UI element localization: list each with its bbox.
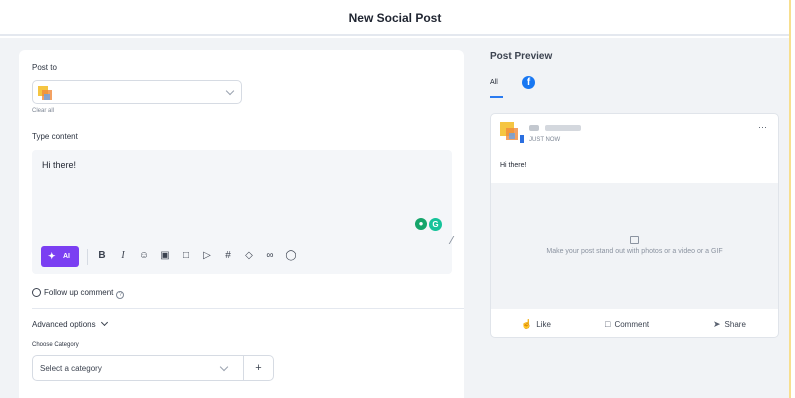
advanced-options-toggle[interactable]: Advanced options [32, 318, 108, 329]
preview-title: Post Preview [490, 51, 553, 62]
modal-header: New Social Post [0, 0, 790, 36]
category-select[interactable]: Select a category [32, 355, 244, 381]
comment-icon [32, 288, 41, 297]
advanced-options-label: Advanced options [32, 320, 96, 329]
resize-handle-icon[interactable] [441, 236, 455, 244]
tab-all[interactable]: All [490, 79, 498, 86]
page-badge [520, 135, 524, 143]
content-text[interactable]: Hi there! [42, 160, 76, 170]
post-to-label: Post to [32, 63, 57, 72]
add-category-button[interactable]: + [244, 355, 274, 381]
preview-post-text: Hi there! [500, 162, 527, 169]
follow-up-label: Follow up comment [44, 288, 114, 297]
page-name-redacted [545, 125, 581, 131]
lightbulb-icon[interactable]: ● [415, 218, 427, 230]
category-placeholder: Select a category [40, 364, 102, 373]
share-icon: ➤ [713, 319, 721, 329]
facebook-icon[interactable]: f [522, 76, 535, 89]
media-hint: Make your post stand out with photos or … [546, 248, 723, 255]
content-editor[interactable]: Hi there! ● G ✦ AI B I ☺ ▣ □ ▷ # ◇ ∞ ◯ [32, 150, 455, 274]
chevron-down-icon [219, 362, 229, 372]
page-name-redacted [529, 125, 539, 131]
image-icon[interactable]: ▣ [158, 249, 172, 263]
grammarly-icon[interactable]: G [429, 218, 442, 231]
tag-icon[interactable]: ◇ [242, 249, 256, 263]
italic-icon[interactable]: I [116, 249, 130, 263]
toolbar-divider [87, 249, 88, 265]
file-icon[interactable]: □ [179, 249, 193, 263]
chevron-down-icon [100, 318, 108, 327]
comment-action: □ Comment [605, 319, 649, 329]
comment-label: Comment [614, 320, 650, 329]
section-divider [32, 308, 464, 309]
right-edge-border [789, 0, 795, 398]
share-action: ➤ Share [713, 319, 746, 330]
account-avatar[interactable] [38, 86, 52, 100]
follow-up-comment-toggle[interactable]: Follow up comment? [32, 288, 125, 299]
active-tab-indicator [490, 96, 503, 98]
choose-category-label: Choose Category [32, 342, 79, 348]
sparkle-icon: ✦ [48, 251, 56, 261]
like-label: Like [536, 320, 551, 329]
modal-title: New Social Post [348, 11, 442, 25]
post-preview-card: JUST NOW ⋯ Hi there! Make your post stan… [490, 113, 779, 338]
like-action: ☝ Like [521, 319, 551, 330]
ai-button-label: AI [63, 253, 70, 260]
type-content-label: Type content [32, 132, 78, 141]
ai-button[interactable]: ✦ AI [41, 246, 79, 267]
clear-all-link[interactable]: Clear all [32, 108, 54, 114]
share-label: Share [724, 320, 746, 329]
media-placeholder: Make your post stand out with photos or … [491, 183, 778, 309]
comment-icon: □ [605, 319, 611, 329]
help-icon[interactable]: ? [116, 291, 125, 299]
post-to-select[interactable] [32, 80, 242, 104]
emoji-icon[interactable]: ☺ [137, 249, 151, 263]
video-icon[interactable]: ▷ [200, 249, 214, 263]
link-icon[interactable]: ∞ [263, 249, 277, 263]
image-icon [630, 236, 639, 244]
post-timestamp: JUST NOW [529, 137, 561, 143]
hashtag-icon[interactable]: # [221, 249, 235, 263]
thumbs-up-icon: ☝ [521, 319, 533, 329]
post-actions-bar: ☝ Like □ Comment ➤ Share [491, 309, 778, 337]
more-options-icon[interactable]: ⋯ [758, 122, 768, 133]
chevron-down-icon [225, 86, 235, 96]
page-avatar [500, 122, 520, 142]
bold-icon[interactable]: B [95, 249, 109, 263]
composer-panel: Post to Clear all Type content Hi there!… [19, 50, 464, 398]
mention-icon[interactable]: ◯ [284, 249, 298, 263]
